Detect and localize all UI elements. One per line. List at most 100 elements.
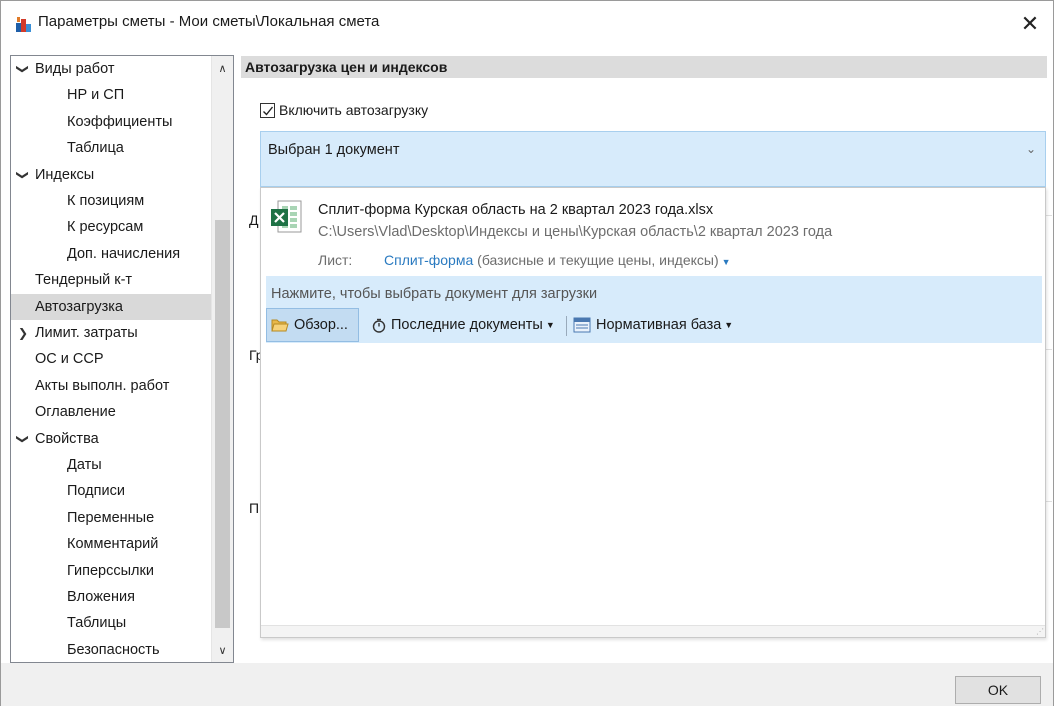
tree-item[interactable]: Таблицы: [11, 610, 211, 636]
autoload-checkbox[interactable]: [260, 102, 275, 118]
tree-item[interactable]: К ресурсам: [11, 214, 211, 240]
app-icon: [16, 17, 31, 32]
tree-item-label: Вложения: [67, 589, 135, 605]
ok-button[interactable]: OK: [955, 676, 1041, 704]
chevron-down-icon[interactable]: ❯: [11, 432, 36, 446]
tree-item-label: Лимит. затраты: [35, 325, 138, 341]
scroll-down-icon[interactable]: ∨: [212, 640, 233, 660]
tree-item[interactable]: ❯ Лимит. затраты: [11, 320, 211, 346]
ok-button-label: OK: [987, 682, 1009, 698]
stopwatch-icon: [372, 318, 386, 333]
tree-item[interactable]: Гиперссылки: [11, 558, 211, 584]
scroll-thumb[interactable]: [215, 220, 230, 628]
normative-base-label: Нормативная база: [596, 317, 722, 333]
tree-item-label: Даты: [67, 457, 102, 473]
toolbar-separator: [566, 316, 567, 336]
tree-item-label: Подписи: [67, 483, 125, 500]
browse-button-label: Обзор...: [294, 317, 348, 333]
chevron-down-icon: ⌄: [1025, 142, 1036, 156]
checkmark-icon: [263, 106, 274, 116]
window-title: Параметры сметы - Мои сметы\Локальная см…: [38, 13, 380, 30]
tree-item[interactable]: Акты выполн. работ: [11, 373, 211, 399]
divider: [1046, 501, 1052, 502]
document-select-value: Выбран 1 документ: [268, 142, 400, 158]
autoload-checkbox-label: Включить автозагрузку: [279, 102, 429, 118]
tree-item[interactable]: Комментарий: [11, 531, 211, 557]
tree-item[interactable]: Доп. начисления: [11, 241, 211, 267]
tree-item-label: Переменные: [67, 509, 155, 526]
tree-item-label: Тендерный к-т: [35, 272, 133, 289]
dialog-window: Параметры сметы - Мои сметы\Локальная см…: [0, 0, 1054, 706]
tree-item[interactable]: Безопасность: [11, 637, 211, 662]
normative-base-button[interactable]: Нормативная база ▼: [573, 308, 733, 342]
divider: [1046, 215, 1052, 216]
tree-item-label: Коэффициенты: [67, 113, 173, 130]
tree-item[interactable]: Оглавление: [11, 399, 211, 425]
document-dropdown[interactable]: Сплит-форма Курская область на 2 квартал…: [260, 187, 1046, 638]
tree-item[interactable]: НР и СП: [11, 82, 211, 108]
sheet-select[interactable]: Сплит-форма (базисные и текущие цены, ин…: [384, 252, 731, 268]
tree-item-label: Безопасность: [67, 641, 160, 658]
excel-file-icon: [271, 200, 302, 233]
obscured-label: П: [249, 500, 260, 516]
document-path: C:\Users\Vlad\Desktop\Индексы и цены\Кур…: [318, 224, 833, 240]
tree-item[interactable]: ❯ Свойства: [11, 426, 211, 452]
obscured-label: Д: [249, 212, 259, 228]
recent-documents-label: Последние документы: [391, 317, 543, 333]
document-name[interactable]: Сплит-форма Курская область на 2 квартал…: [318, 202, 713, 218]
tree-item-label: Автозагрузка: [35, 298, 123, 315]
scroll-up-icon[interactable]: ∧: [212, 58, 233, 78]
tree-item[interactable]: ❯ Виды работ: [11, 56, 211, 82]
tree-item-label: Комментарий: [67, 536, 159, 553]
tree-item-label: НР и СП: [67, 87, 125, 104]
caret-down-icon: ▼: [721, 257, 731, 267]
caret-down-icon: ▼: [724, 320, 734, 330]
tree-item[interactable]: Подписи: [11, 478, 211, 504]
sheet-name: Сплит-форма: [384, 252, 474, 268]
tree-item-label: Доп. начисления: [67, 245, 181, 262]
tree-item[interactable]: Переменные: [11, 505, 211, 531]
tree-item[interactable]: ОС и ССР: [11, 346, 211, 372]
browse-button[interactable]: Обзор...: [266, 308, 359, 342]
sheet-description: (базисные и текущие цены, индексы): [477, 252, 719, 268]
tree-item[interactable]: Вложения: [11, 584, 211, 610]
tree-item-label: Свойства: [35, 430, 99, 447]
pick-document-area[interactable]: Нажмите, чтобы выбрать документ для загр…: [266, 276, 1042, 343]
resize-grip-icon[interactable]: ⋰: [1036, 627, 1044, 636]
tree-scrollbar[interactable]: ∧ ∨: [211, 56, 233, 662]
title-bar[interactable]: Параметры сметы - Мои сметы\Локальная см…: [1, 1, 1053, 46]
settings-tree[interactable]: Безопасность Таблицы Вложения Гиперссылки Ко…: [10, 55, 234, 663]
tree-item-label: Виды работ: [35, 61, 115, 77]
document-select[interactable]: Выбран 1 документ ⌄: [260, 131, 1046, 187]
tree-item[interactable]: Таблица: [11, 135, 211, 161]
autoload-checkbox-row[interactable]: Включить автозагрузку: [260, 100, 428, 120]
dropdown-resize-bar[interactable]: ⋰: [261, 625, 1045, 637]
tree-item[interactable]: Тендерный к-т: [11, 267, 211, 293]
pick-document-hint[interactable]: Нажмите, чтобы выбрать документ для загр…: [271, 286, 597, 302]
tree-item[interactable]: ❯ Индексы: [11, 162, 211, 188]
sheet-label: Лист:: [318, 252, 353, 268]
tree-item-label: Таблицы: [67, 615, 127, 632]
divider: [1046, 349, 1052, 350]
tree-item[interactable]: Даты: [11, 452, 211, 478]
tree-item-label: Таблица: [67, 140, 124, 157]
dialog-footer: [1, 663, 1053, 706]
folder-open-icon: [271, 319, 289, 332]
chevron-right-icon[interactable]: ❯: [16, 320, 30, 346]
close-icon: ✕: [1020, 10, 1040, 36]
chevron-down-icon[interactable]: ❯: [11, 62, 36, 76]
close-button[interactable]: ✕: [1007, 1, 1053, 46]
tree-item[interactable]: К позициям: [11, 188, 211, 214]
tree-item-label: ОС и ССР: [35, 351, 104, 368]
tree-item[interactable]: Автозагрузка: [11, 293, 211, 320]
tree-item-label: Гиперссылки: [67, 562, 154, 579]
caret-down-icon: ▼: [545, 320, 555, 330]
chevron-down-icon[interactable]: ❯: [11, 168, 36, 182]
tree-item-label: Акты выполн. работ: [35, 377, 170, 394]
tree-item-label: Оглавление: [35, 404, 116, 421]
tree-item[interactable]: Коэффициенты: [11, 109, 211, 135]
tree-item-label: К позициям: [67, 193, 145, 209]
tree-item-label: Индексы: [35, 166, 95, 183]
recent-documents-button[interactable]: Последние документы ▼: [372, 308, 555, 342]
section-header: Автозагрузка цен и индексов: [241, 56, 1047, 78]
